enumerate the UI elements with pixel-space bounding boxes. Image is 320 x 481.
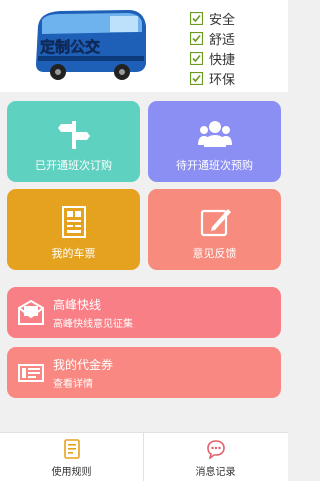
document-icon: [63, 439, 80, 459]
tab-message-history[interactable]: 消息记录: [144, 433, 287, 481]
chat-bubble-icon: [206, 440, 225, 459]
feature-item: 安全: [190, 8, 235, 28]
feature-item: 舒适: [190, 28, 235, 48]
tile-label: 我的车票: [51, 247, 96, 260]
checkbox-icon: [190, 11, 203, 25]
card-subtitle: 查看详情: [53, 379, 93, 390]
tab-label: 消息记录: [195, 467, 236, 478]
bottom-tab-bar: 使用规则 消息记录: [0, 432, 288, 481]
tile-pending-routes-preorder[interactable]: 待开通班次预购: [148, 101, 281, 182]
checkbox-icon: [190, 51, 203, 65]
header-banner: 定制公交 安全 舒适 快捷 环保: [0, 0, 288, 92]
bus-title: 定制公交: [40, 38, 100, 56]
card-title: 高峰快线: [53, 298, 102, 312]
voucher-icon: [18, 364, 44, 382]
feature-label: 安全: [209, 12, 236, 28]
feature-label: 环保: [209, 72, 236, 88]
tile-opened-routes-order[interactable]: 已开通班次订购: [7, 101, 140, 182]
card-title: 我的代金券: [53, 358, 114, 372]
peak-express-card[interactable]: 高峰快线 高峰快线意见征集: [7, 287, 281, 338]
tile-feedback[interactable]: 意见反馈: [148, 189, 281, 270]
features-list: 安全 舒适 快捷 环保: [190, 8, 235, 88]
signpost-icon: [57, 121, 90, 149]
feature-label: 舒适: [209, 32, 236, 48]
edit-icon: [200, 209, 231, 237]
mail-icon: [18, 299, 44, 325]
tile-my-tickets[interactable]: 我的车票: [7, 189, 140, 270]
feature-item: 环保: [190, 68, 235, 88]
group-icon: [197, 121, 232, 147]
tab-label: 使用规则: [51, 467, 92, 478]
checkbox-icon: [190, 71, 203, 85]
tile-label: 已开通班次订购: [35, 159, 112, 172]
bus-image: 定制公交: [36, 10, 146, 80]
checkbox-icon: [190, 31, 203, 45]
tile-label: 意见反馈: [192, 247, 237, 260]
card-subtitle: 高峰快线意见征集: [53, 319, 133, 330]
feature-label: 快捷: [209, 52, 236, 68]
feature-item: 快捷: [190, 48, 235, 68]
tile-label: 待开通班次预购: [176, 159, 253, 172]
tab-usage-rules[interactable]: 使用规则: [0, 433, 144, 481]
voucher-card[interactable]: 我的代金券 查看详情: [7, 347, 281, 398]
ticket-icon: [61, 206, 86, 238]
